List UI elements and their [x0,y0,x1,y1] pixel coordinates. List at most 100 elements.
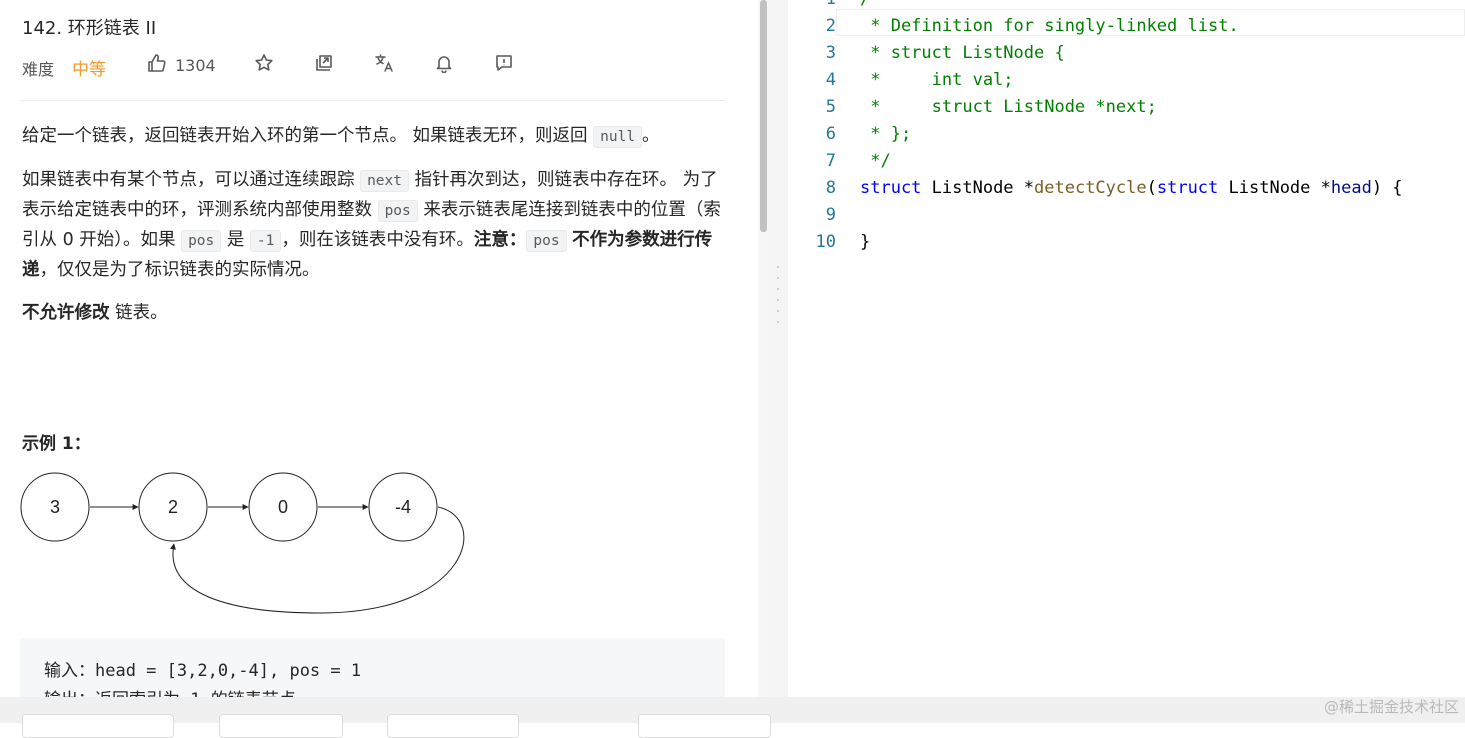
statement-paragraph-3: 不允许修改 链表。 [22,303,168,323]
statement-paragraph-2: 如果链表中有某个节点，可以通过连续跟踪 next 指针再次到达，则链表中存在环。… [22,170,721,280]
splitter-grip-dot [777,321,779,323]
inline-code: pos [526,230,567,252]
line-number: 9 [825,205,836,225]
share-button[interactable] [314,52,334,78]
code-text: } [860,229,870,256]
code-token: * struct ListNode *next; [860,97,1157,117]
code-token: ( [1146,178,1157,198]
code-text: * struct ListNode { [860,40,1065,67]
code-line[interactable]: 10} [788,229,1465,256]
description-scrollbar-thumb[interactable] [760,0,767,232]
difficulty-badge: 中等 [72,60,106,80]
code-line[interactable]: 9 [788,202,1465,229]
feedback-icon [494,53,514,77]
code-token: head [1330,178,1372,198]
node-value: -4 [395,497,411,517]
code-token: * int val; [860,70,1014,90]
difficulty-label: 难度 [22,60,55,79]
line-number: 4 [825,70,836,90]
line-number: 5 [825,97,836,117]
example-io-block: 输入：head = [3,2,0,-4], pos = 1 输出：返回索引为 1… [20,638,725,697]
example-input: 输入：head = [3,2,0,-4], pos = 1 [44,661,362,681]
bottom-tool-button[interactable] [638,714,771,738]
code-token: * Definition for singly-linked list. [860,16,1239,36]
code-token: struct [1156,178,1219,198]
inline-code: -1 [249,230,282,252]
problem-statement: 给定一个链表，返回链表开始入环的第一个节点。 如果链表无环，则返回 null。 … [22,122,732,342]
code-text: * int val; [860,67,1014,94]
bottom-tool-button[interactable] [22,714,174,738]
favorite-button[interactable] [254,52,274,78]
linked-list-diagram: 3 2 0 -4 [20,472,465,614]
splitter-grip-dot [777,266,779,268]
inline-code: pos [377,200,418,222]
code-token: */ [860,151,891,171]
constraint-emphasis: 不允许修改 [22,303,110,323]
code-line[interactable]: 6 * }; [788,121,1465,148]
example-output: 输出：返回索引为 1 的链表节点 [44,685,296,697]
line-number: 8 [825,178,836,198]
code-token: ListNode * [1218,178,1331,198]
problem-title: 142. 环形链表 II [22,18,157,39]
splitter-grip-dot [777,310,779,312]
code-text: struct ListNode *detectCycle(struct List… [860,175,1403,202]
bell-icon [434,53,454,77]
pane-splitter[interactable] [768,0,788,697]
inline-code: pos [181,230,222,252]
bottom-tool-button[interactable] [219,714,343,738]
code-text: /** [860,0,891,13]
thumbs-up-icon [147,53,167,77]
star-icon [254,53,274,77]
code-line[interactable]: 1 /** [788,0,1465,13]
translate-button[interactable] [374,52,394,78]
translate-icon [374,53,394,77]
watermark: @稀土掘金技术社区 [1323,698,1459,716]
inline-code: null [593,126,643,148]
line-number: 7 [825,151,836,171]
code-line[interactable]: 3 * struct ListNode { [788,40,1465,67]
line-number: 6 [825,124,836,144]
code-text: */ [860,148,891,175]
bottom-tool-button[interactable] [387,714,519,738]
splitter-grip-dot [777,299,779,301]
example-title: 示例 1： [22,434,91,454]
line-number: 10 [815,232,836,252]
problem-description-pane: 142. 环形链表 II 难度 中等 1304 给定一个链表，返回链表开始入环的… [0,0,758,697]
node-value: 0 [278,497,288,517]
code-editor-pane[interactable]: 1 /** 2 * Definition for singly-linked lis… [788,0,1465,697]
statement-paragraph-1: 给定一个链表，返回链表开始入环的第一个节点。 如果链表无环，则返回 null。 [22,126,660,148]
subscribe-button[interactable] [434,52,454,78]
inline-code: next [360,170,409,192]
line-number: 3 [825,43,836,63]
note-label: 注意： [473,230,527,250]
code-token: * struct ListNode { [860,43,1065,63]
line-number: 1 [788,0,836,13]
code-text: * Definition for singly-linked list. [860,13,1239,40]
problem-meta-row: 难度 中等 1304 [22,52,722,80]
splitter-grip-dot [777,277,779,279]
feedback-button[interactable] [494,52,514,78]
code-token: /** [860,0,891,9]
code-text: * }; [860,121,911,148]
like-count: 1304 [175,55,216,75]
splitter-grip-dot [777,288,779,290]
code-line[interactable]: 5 * struct ListNode *next; [788,94,1465,121]
code-text: * struct ListNode *next; [860,94,1157,121]
code-line[interactable]: 2 * Definition for singly-linked list. [788,13,1465,40]
node-value: 3 [50,497,60,517]
code-token: ) { [1371,178,1403,198]
code-token: struct [860,178,922,198]
code-line[interactable]: 7 */ [788,148,1465,175]
node-value: 2 [168,497,178,517]
header-divider [20,100,725,101]
code-token: * }; [860,124,912,144]
code-token: } [860,232,871,252]
line-number: 2 [825,16,836,36]
code-line[interactable]: 8 struct ListNode *detectCycle(struct Lis… [788,175,1465,202]
code-editor[interactable]: 1 /** 2 * Definition for singly-linked lis… [788,0,1465,697]
code-line[interactable]: 4 * int val; [788,67,1465,94]
code-token: detectCycle [1034,178,1147,198]
like-button[interactable]: 1304 [147,52,216,78]
share-icon [314,53,334,77]
code-token: ListNode * [921,178,1035,198]
